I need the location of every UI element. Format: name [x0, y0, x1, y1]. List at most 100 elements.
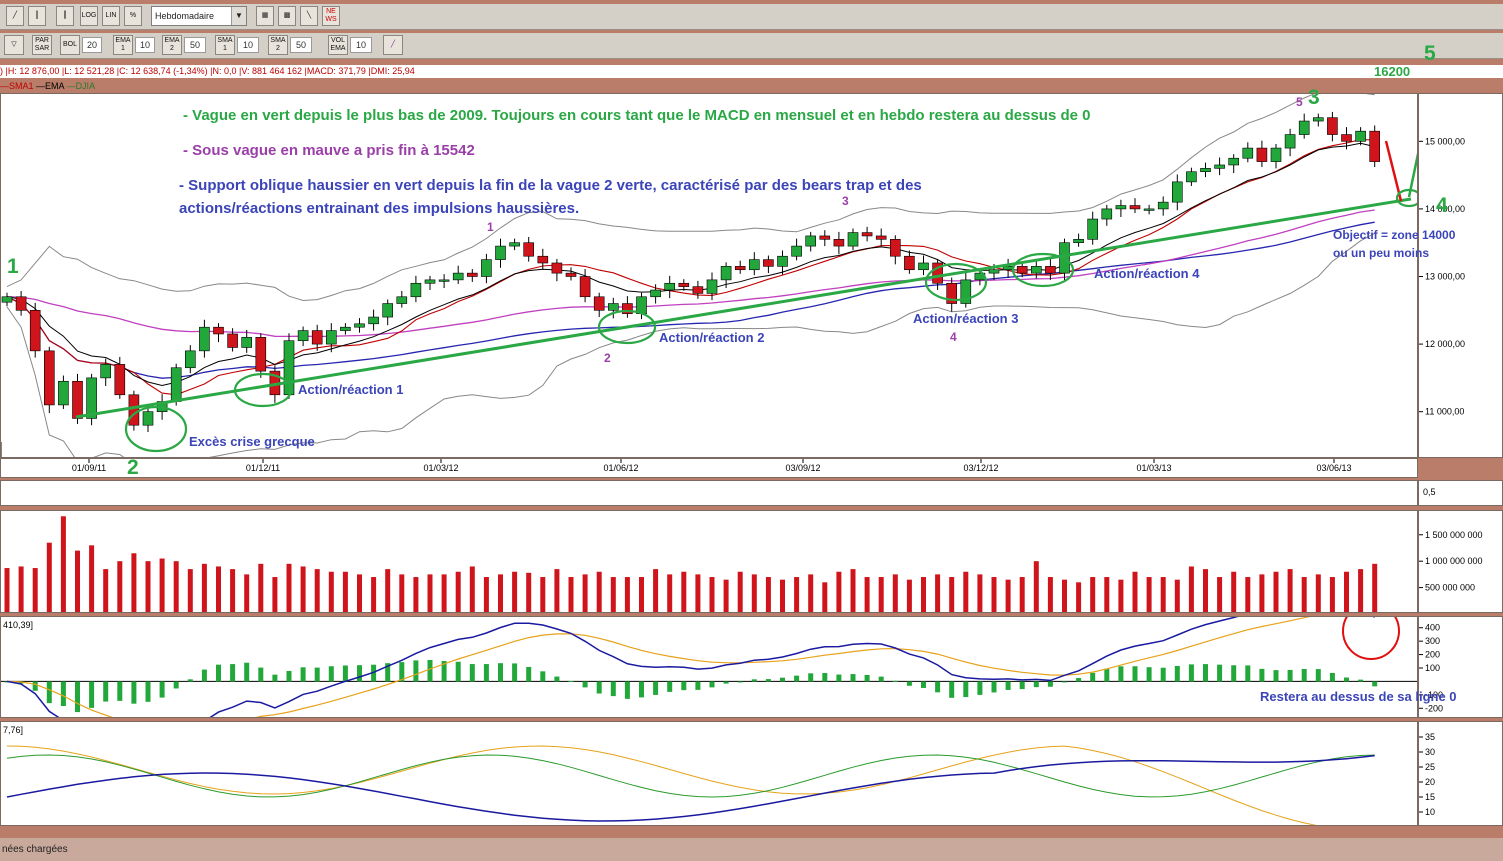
macd-histogram-bar: [469, 664, 475, 682]
legend-sma-swatch: —: [0, 81, 9, 91]
candle-body: [720, 266, 732, 281]
volume-bar: [667, 574, 673, 612]
volume-panel: [0, 510, 1418, 613]
legend-sma: SMA1: [9, 81, 34, 91]
date-tick-label: 03/09/12: [785, 463, 820, 473]
price-tick-label: 13 000,00: [1425, 272, 1465, 282]
candle-body: [593, 296, 605, 311]
log-button[interactable]: LOG: [80, 6, 98, 26]
parsar-button[interactable]: PAR SAR: [32, 35, 52, 55]
macd-histogram-bar: [1047, 681, 1053, 687]
volume-bar: [1329, 577, 1335, 612]
macd-histogram-bar: [131, 681, 137, 704]
sma2-period[interactable]: 50: [290, 37, 312, 53]
volema-button[interactable]: VOL EMA: [328, 35, 348, 55]
projection-down-line: [1384, 140, 1403, 202]
action-reaction-ellipse: [124, 405, 188, 453]
candle-body: [1129, 205, 1141, 210]
volema-period[interactable]: 10: [350, 37, 372, 53]
candle-body: [1256, 147, 1268, 162]
macd-histogram-bar: [709, 681, 715, 688]
legend-ema-swatch: —: [36, 81, 46, 91]
macd-histogram-bar: [751, 679, 757, 682]
candle-body: [255, 337, 267, 372]
bol-period[interactable]: 20: [82, 37, 102, 53]
macd-histogram-bar: [159, 681, 165, 698]
macd-histogram-bar: [526, 666, 532, 682]
macd-histogram-bar: [427, 659, 433, 682]
sma1-button[interactable]: SMA 1: [215, 35, 235, 55]
draw-line-icon[interactable]: ╲: [300, 6, 318, 26]
candle-body: [1115, 205, 1127, 210]
line-chart-icon[interactable]: ╱: [6, 6, 24, 26]
annotation-ar2: Action/réaction 2: [659, 330, 765, 345]
candle-body: [1200, 168, 1211, 173]
volume-bar: [371, 577, 377, 612]
wave-purple-3: 3: [842, 194, 849, 208]
macd-histogram-bar: [596, 681, 602, 694]
bol-button[interactable]: BOL: [60, 35, 80, 55]
annotation-target: 16200: [1374, 64, 1411, 79]
sma1-period[interactable]: 10: [237, 37, 259, 53]
volume-bar: [949, 577, 955, 612]
volume-bar: [385, 569, 391, 612]
macd-histogram-bar: [850, 674, 856, 682]
bar-chart-icon[interactable]: ║: [28, 6, 46, 26]
volume-scale: 1 500 000 000 1 000 000 000 500 000 000: [1418, 510, 1503, 613]
volume-bar: [300, 566, 306, 612]
ema2-button[interactable]: EMA 2: [162, 35, 182, 55]
macd-histogram-bar: [921, 681, 926, 688]
volume-bar: [46, 542, 52, 612]
volume-bar: [131, 553, 137, 612]
volume-bar: [244, 574, 250, 612]
macd-histogram-bar: [554, 676, 560, 682]
volume-bar: [18, 566, 24, 612]
percent-button[interactable]: %: [124, 6, 142, 26]
date-tick-label: 01/12/11: [246, 463, 280, 473]
macd-header-value: 410,39]: [3, 620, 33, 630]
macd-histogram-bar: [1259, 668, 1265, 682]
volume-bar: [399, 574, 405, 612]
indicator-icon[interactable]: ╱: [383, 35, 403, 55]
macd-histogram-bar: [201, 669, 207, 682]
volume-bar: [1372, 563, 1378, 612]
macd-histogram-bar: [328, 666, 334, 682]
filter-icon[interactable]: ▽: [4, 35, 24, 55]
macd-histogram-bar: [1033, 681, 1039, 688]
macd-histogram-bar: [244, 662, 250, 682]
volume-bar: [596, 571, 602, 612]
color-grid-icon[interactable]: ▩: [278, 6, 296, 26]
candle-chart-icon[interactable]: ┃: [56, 6, 74, 26]
dmi-scale-svg: 35 30 25 20 15 10: [1419, 732, 1435, 817]
volume-bar: [441, 574, 447, 612]
ema1-period[interactable]: 10: [135, 37, 155, 53]
volume-bar: [723, 579, 729, 612]
volume-tick-label: 500 000 000: [1425, 583, 1475, 593]
period-select[interactable]: Hebdomadaire ▼: [151, 6, 247, 26]
macd-histogram-bar: [357, 665, 362, 682]
candle-body: [1369, 130, 1380, 162]
candle-body: [833, 239, 845, 247]
candle-body: [791, 245, 802, 257]
ema1-button[interactable]: EMA 1: [113, 35, 133, 55]
dmi-tick-label: 30: [1425, 747, 1435, 757]
sma2-button[interactable]: SMA 2: [268, 35, 288, 55]
news-button[interactable]: NE WS: [322, 6, 340, 26]
macd-histogram-bar: [681, 681, 687, 691]
macd-histogram-bar: [145, 681, 151, 702]
volume-bar: [455, 571, 461, 612]
volume-bar: [582, 574, 588, 612]
lin-button[interactable]: LIN: [102, 6, 120, 26]
ema2-period[interactable]: 50: [184, 37, 206, 53]
candle-body: [1, 296, 13, 303]
macd-histogram-bar: [1358, 679, 1364, 682]
candle-body: [199, 326, 210, 352]
annotation-ar1: Action/réaction 1: [298, 382, 404, 397]
macd-histogram-bar: [639, 681, 644, 698]
volume-bar: [1019, 577, 1025, 612]
macd-histogram-bar: [1188, 664, 1194, 682]
macd-histogram-bar: [1301, 668, 1307, 682]
macd-histogram-bar: [173, 681, 179, 689]
candle-body: [819, 235, 831, 240]
chart-icon[interactable]: ▦: [256, 6, 274, 26]
